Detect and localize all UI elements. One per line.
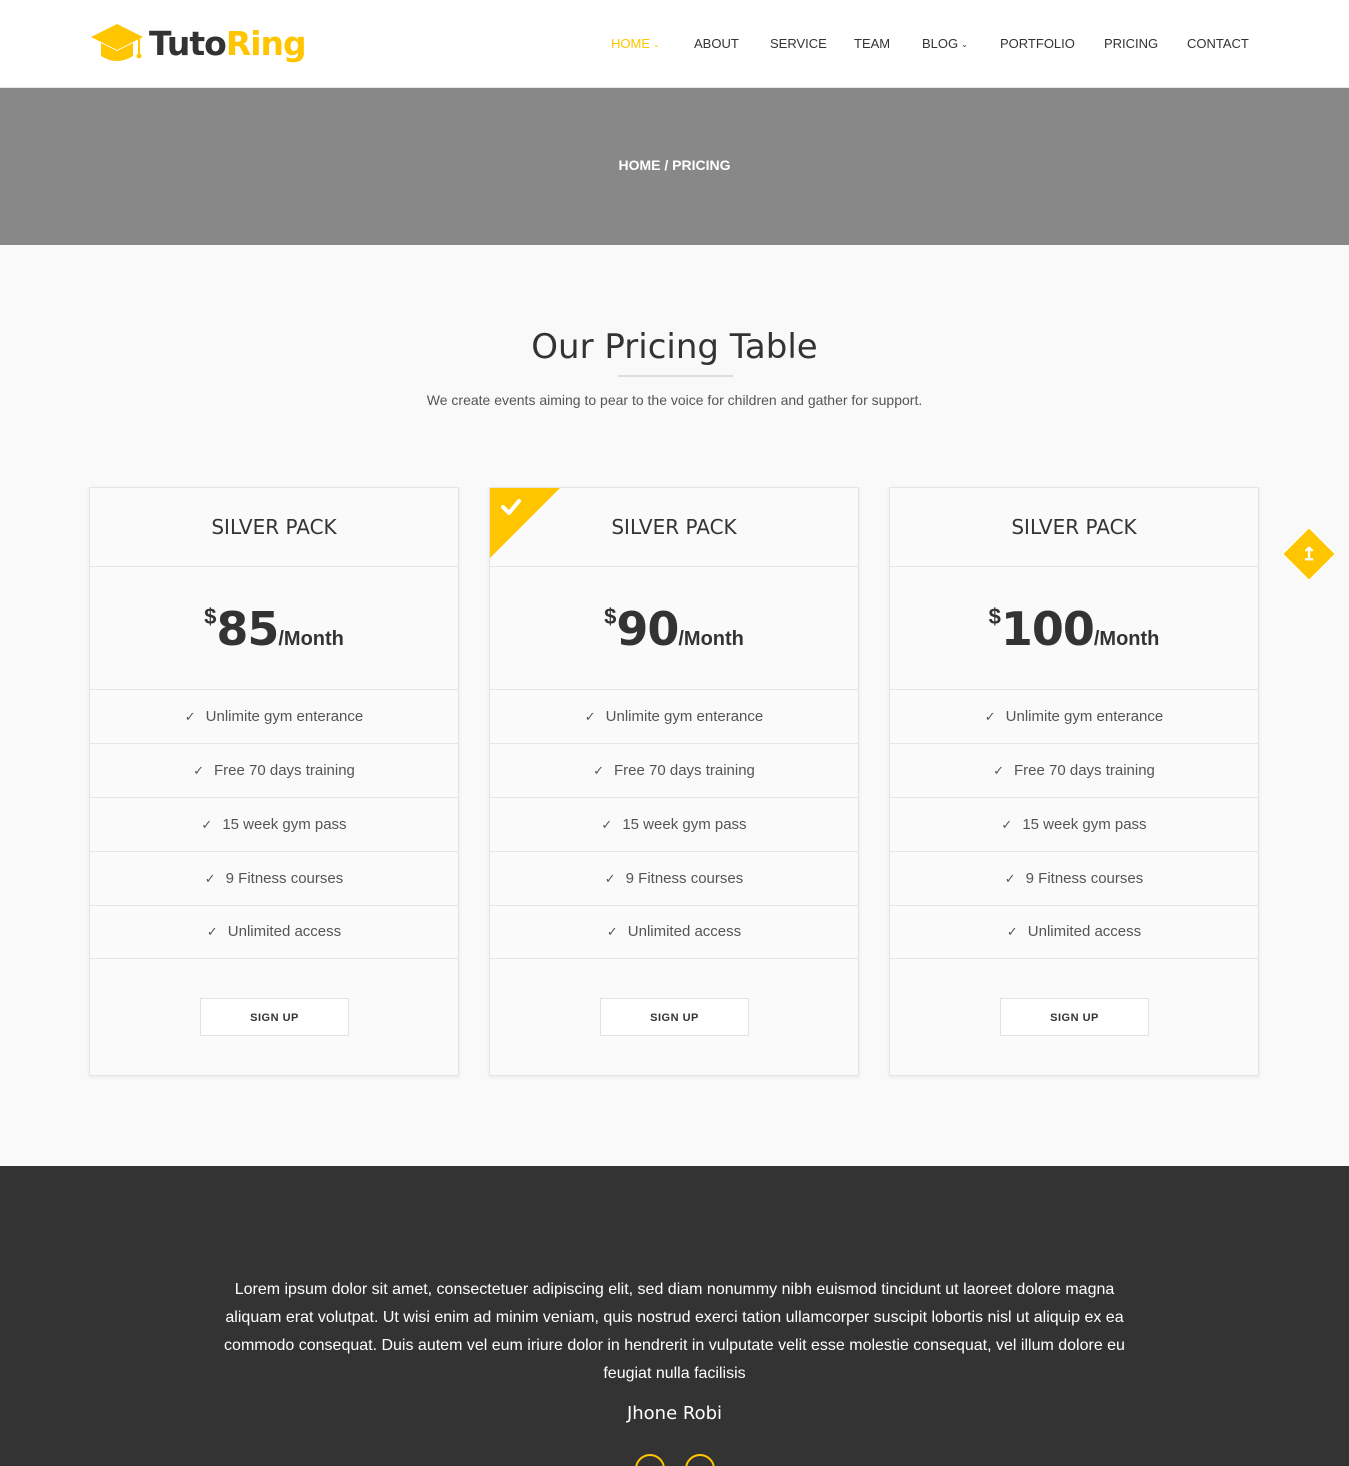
prev-button[interactable] <box>635 1454 665 1466</box>
check-icon: ✓ <box>1004 871 1016 886</box>
feature-item: ✓ Unlimited access <box>490 905 858 959</box>
feature-item: ✓ 15 week gym pass <box>90 798 458 852</box>
feature-item: ✓ Free 70 days training <box>490 744 858 798</box>
feature-item: ✓ Unlimite gym enterance <box>890 690 1258 744</box>
nav-about[interactable]: ABOUT <box>694 36 739 51</box>
nav-blog[interactable]: BLOG ⌄ <box>922 36 968 51</box>
pricing-card-featured: SILVER PACK $90/Month ✓ Unlimite gym ente… <box>489 487 859 1076</box>
currency-symbol: $ <box>204 604 217 629</box>
signup-button[interactable]: SIGN UP <box>600 998 749 1036</box>
currency-symbol: $ <box>988 604 1001 629</box>
feature-item: ✓ 15 week gym pass <box>490 798 858 852</box>
check-icon: ✓ <box>584 709 596 724</box>
feature-item: ✓ Unlimite gym enterance <box>490 690 858 744</box>
nav-team[interactable]: TEAM <box>854 36 890 51</box>
pricing-card: SILVER PACK $85/Month ✓ Unlimite gym ente… <box>89 487 459 1076</box>
currency-symbol: $ <box>604 604 617 629</box>
feature-item: ✓ Free 70 days training <box>890 744 1258 798</box>
feature-item: ✓ Unlimited access <box>90 905 458 959</box>
plan-name: SILVER PACK <box>90 488 458 567</box>
check-icon: ✓ <box>984 709 996 724</box>
nav-contact[interactable]: CONTACT <box>1187 36 1249 51</box>
feature-item: ✓ Free 70 days training <box>90 744 458 798</box>
next-button[interactable] <box>685 1454 715 1466</box>
plan-name: SILVER PACK <box>490 488 858 567</box>
price-amount: 100 <box>1000 602 1095 656</box>
price-period: /Month <box>678 628 744 650</box>
price-period: /Month <box>278 628 344 650</box>
feature-item: ✓ Unlimite gym enterance <box>90 690 458 744</box>
price-amount: 85 <box>216 602 279 656</box>
breadcrumb-home[interactable]: HOME <box>618 157 660 173</box>
check-icon: ✓ <box>593 763 604 778</box>
breadcrumb-separator: / <box>660 157 673 173</box>
breadcrumb-banner: HOME / PRICING <box>0 88 1349 245</box>
check-icon: ✓ <box>604 871 616 886</box>
feature-item: ✓ 9 Fitness courses <box>90 852 458 906</box>
chevron-down-icon: ⌄ <box>961 40 968 49</box>
nav-pricing[interactable]: PRICING <box>1104 36 1158 51</box>
check-icon: ✓ <box>993 763 1004 778</box>
check-icon: ✓ <box>1006 924 1018 939</box>
feature-item: ✓ 15 week gym pass <box>890 798 1258 852</box>
check-icon: ✓ <box>601 817 613 832</box>
feature-item: ✓ Unlimited access <box>890 905 1258 959</box>
main-nav: HOME ⌄ ABOUT SERVICE TEAM BLOG ⌄ PORTFOLIO… <box>0 36 1349 52</box>
check-icon: ✓ <box>193 763 204 778</box>
check-icon: ✓ <box>606 924 618 939</box>
feature-item: ✓ 9 Fitness courses <box>890 852 1258 906</box>
plan-price: $100/Month <box>890 568 1258 690</box>
nav-home[interactable]: HOME ⌄ <box>611 36 660 51</box>
scroll-to-top-button[interactable] <box>1280 525 1338 583</box>
check-icon: ✓ <box>206 924 218 939</box>
chevron-down-icon: ⌄ <box>653 40 660 49</box>
signup-button[interactable]: SIGN UP <box>200 998 349 1036</box>
plan-price: $90/Month <box>490 568 858 690</box>
check-icon: ✓ <box>201 817 213 832</box>
testimonial-section: Lorem ipsum dolor sit amet, consectetuer… <box>0 1166 1349 1466</box>
plan-price: $85/Month <box>90 568 458 690</box>
price-amount: 90 <box>616 602 679 656</box>
site-header: TutoRing HOME ⌄ ABOUT SERVICE TEAM BLOG ⌄ … <box>0 0 1349 88</box>
title-underline <box>618 375 733 377</box>
nav-portfolio[interactable]: PORTFOLIO <box>1000 36 1075 51</box>
section-title: Our Pricing Table <box>531 327 818 367</box>
breadcrumb-current: PRICING <box>672 157 731 173</box>
price-period: /Month <box>1093 628 1160 650</box>
testimonial-author: Jhone Robi <box>626 1403 723 1424</box>
signup-button[interactable]: SIGN UP <box>1000 998 1149 1036</box>
testimonial-text: Lorem ipsum dolor sit amet, consectetuer… <box>224 1281 1125 1382</box>
check-icon: ✓ <box>204 871 216 886</box>
nav-service[interactable]: SERVICE <box>770 36 827 51</box>
plan-name: SILVER PACK <box>890 488 1258 567</box>
check-icon: ✓ <box>1001 817 1013 832</box>
feature-item: ✓ 9 Fitness courses <box>490 852 858 906</box>
section-subtitle: We create events aiming to pear to the v… <box>426 392 923 408</box>
breadcrumb: HOME / PRICING <box>0 157 1349 173</box>
pricing-card: SILVER PACK $100/Month ✓ Unlimite gym ent… <box>889 487 1259 1076</box>
check-icon: ✓ <box>184 709 196 724</box>
